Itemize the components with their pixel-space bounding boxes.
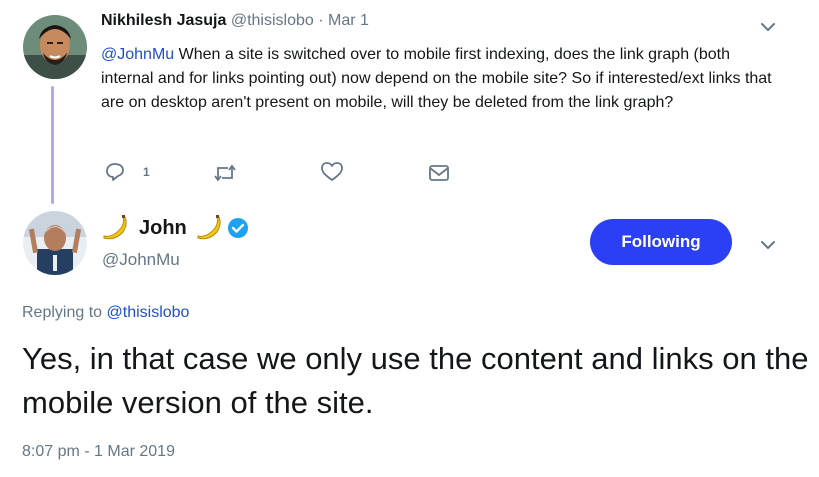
- tweet-timestamp[interactable]: 8:07 pm - 1 Mar 2019: [22, 443, 175, 461]
- verified-badge-icon: [227, 217, 249, 239]
- parent-author-handle[interactable]: @thisislobo: [231, 12, 314, 29]
- retweet-icon[interactable]: [213, 162, 237, 184]
- chevron-down-icon[interactable]: [759, 236, 777, 254]
- thread-line: [51, 86, 54, 204]
- main-avatar[interactable]: [23, 211, 87, 275]
- replying-to-prefix: Replying to: [22, 304, 107, 321]
- direct-message-icon[interactable]: [428, 163, 450, 183]
- following-button[interactable]: Following: [590, 219, 732, 265]
- replying-to: Replying to @thisislobo: [22, 304, 189, 322]
- reply-button[interactable]: 1: [104, 161, 150, 183]
- main-tweet-text: Yes, in that case we only use the conten…: [22, 341, 809, 420]
- reply-count: 1: [143, 165, 150, 179]
- main-author-name[interactable]: John: [139, 217, 187, 240]
- banana-emoji-left: [101, 214, 129, 242]
- parent-avatar[interactable]: [23, 15, 87, 79]
- main-author-handle[interactable]: @JohnMu: [102, 250, 180, 270]
- mention-link[interactable]: @JohnMu: [101, 46, 174, 63]
- parent-tweet-date[interactable]: Mar 1: [328, 12, 369, 29]
- parent-tweet-body: When a site is switched over to mobile f…: [101, 46, 772, 111]
- reply-icon: [104, 161, 126, 183]
- chevron-down-icon[interactable]: [759, 18, 777, 36]
- like-icon[interactable]: [320, 161, 344, 183]
- replying-to-handle-link[interactable]: @thisislobo: [107, 304, 190, 321]
- parent-tweet-text: @JohnMu When a site is switched over to …: [101, 43, 781, 115]
- banana-emoji-right: [195, 214, 223, 242]
- parent-author-name[interactable]: Nikhilesh Jasuja: [101, 12, 226, 29]
- meta-separator: ·: [318, 12, 324, 29]
